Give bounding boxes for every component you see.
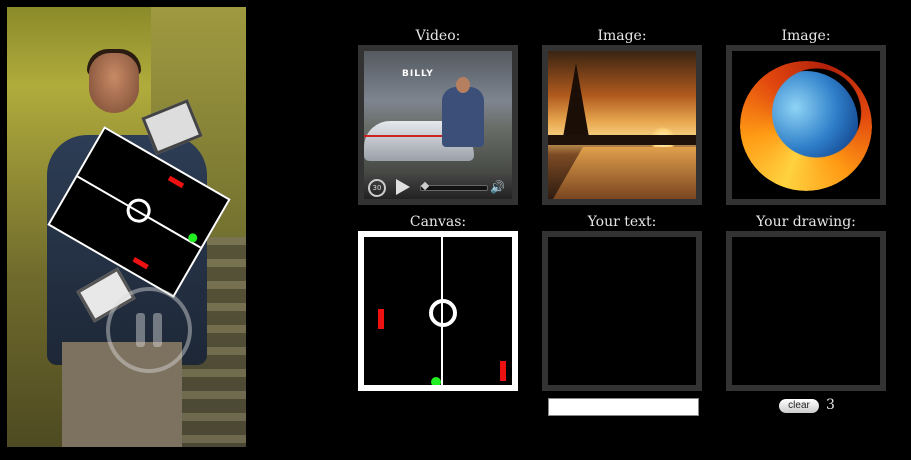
text-display-frame xyxy=(542,231,702,391)
video-scrubber[interactable] xyxy=(420,185,488,191)
pong-ball xyxy=(431,377,441,385)
image1-cell: Image: xyxy=(542,28,702,205)
firefox-image-frame xyxy=(726,45,886,205)
pause-icon-bar xyxy=(153,313,162,347)
eiffel-image-frame xyxy=(542,45,702,205)
video-caption: BILLY xyxy=(402,69,434,79)
rotated-paddle-bottom xyxy=(132,257,149,270)
text-input[interactable] xyxy=(548,398,699,416)
replay-30-icon[interactable]: 30 xyxy=(368,179,386,197)
image2-label: Image: xyxy=(781,28,831,44)
volume-icon[interactable]: 🔊 xyxy=(490,180,505,194)
pong-center-ring xyxy=(429,299,457,327)
river xyxy=(552,147,696,199)
play-icon[interactable] xyxy=(396,179,410,195)
main-video[interactable] xyxy=(7,7,246,447)
video-scene: BILLY xyxy=(364,51,512,175)
pong-canvas[interactable] xyxy=(358,231,518,391)
video-controls: 30 🔊 xyxy=(364,175,512,199)
eiffel-sunset-image xyxy=(548,51,696,199)
stroke-count: 3 xyxy=(826,397,835,413)
your-drawing-label: Your drawing: xyxy=(756,214,856,230)
person-head xyxy=(89,53,139,113)
firefox-logo-icon xyxy=(740,61,872,191)
canvas-cell: Canvas: xyxy=(358,214,518,391)
pause-button[interactable] xyxy=(106,287,192,373)
river-bank xyxy=(548,135,696,145)
video-label: Video: xyxy=(415,28,461,44)
pause-icon xyxy=(136,313,145,347)
eiffel-tower xyxy=(562,63,590,143)
man-head xyxy=(456,77,470,93)
clear-button[interactable]: clear xyxy=(779,399,819,413)
pong-paddle-right xyxy=(500,361,506,381)
drawing-canvas[interactable] xyxy=(726,231,886,391)
video-thumbnail-frame[interactable]: BILLY 30 🔊 xyxy=(358,45,518,205)
rotated-paddle-top xyxy=(167,175,185,189)
drawing-cell: Your drawing: xyxy=(726,214,886,391)
your-text-label: Your text: xyxy=(587,214,657,230)
pong-paddle-left xyxy=(378,309,384,329)
video-cell: Video: BILLY 30 🔊 xyxy=(358,28,518,205)
image2-cell: Image: xyxy=(726,28,886,205)
image1-label: Image: xyxy=(597,28,647,44)
text-cell: Your text: xyxy=(542,214,702,391)
canvas-label: Canvas: xyxy=(409,214,467,230)
man-figure xyxy=(442,87,484,147)
rotated-center-ring xyxy=(122,194,156,228)
